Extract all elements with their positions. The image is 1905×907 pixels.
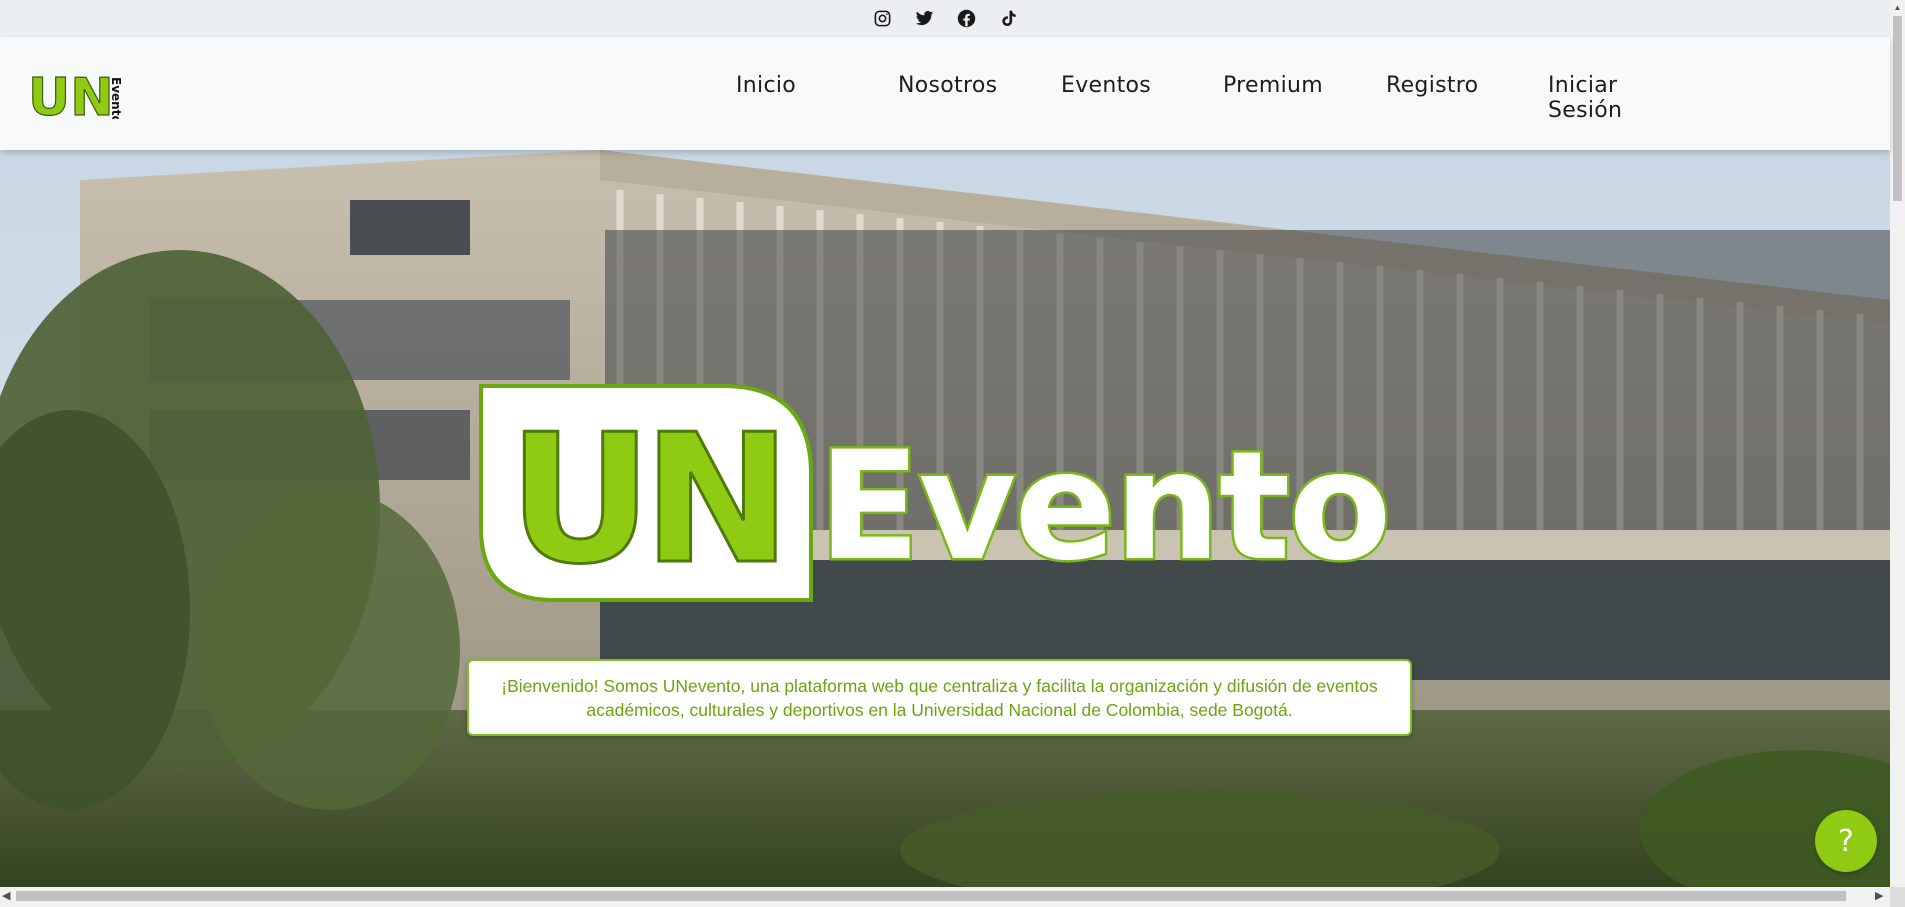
scroll-up-icon[interactable]: ▲ <box>1890 0 1905 15</box>
scroll-right-icon[interactable]: ▶ <box>1875 889 1883 902</box>
nav-iniciar-sesion[interactable]: Iniciar Sesión <box>1548 73 1658 123</box>
horizontal-scrollbar[interactable]: ◀ ▶ <box>0 887 1890 907</box>
nav-inicio[interactable]: Inicio <box>736 73 796 98</box>
nav-eventos[interactable]: Eventos <box>1061 73 1151 98</box>
site-header: UN Evento Inicio Nosotros Eventos Premiu… <box>0 37 1890 150</box>
hero-logo-letters: UN <box>508 396 782 603</box>
facebook-icon[interactable] <box>955 8 977 30</box>
vertical-scroll-thumb[interactable] <box>1893 16 1902 201</box>
tiktok-icon[interactable] <box>997 8 1019 30</box>
hero-logo: UN Evento <box>479 384 1394 603</box>
twitter-icon[interactable] <box>913 8 935 30</box>
nav-login-line2: Sesión <box>1548 98 1623 123</box>
nav-registro[interactable]: Registro <box>1386 73 1478 98</box>
nav-nosotros[interactable]: Nosotros <box>898 73 997 98</box>
scroll-left-icon[interactable]: ◀ <box>2 889 10 902</box>
hero-logo-word: Evento <box>818 420 1390 594</box>
help-button[interactable]: ? <box>1815 810 1877 872</box>
scrollbar-corner <box>1890 887 1905 907</box>
horizontal-scroll-thumb[interactable] <box>16 891 1846 901</box>
main-nav: Inicio Nosotros Eventos Premium Registro… <box>0 73 1890 133</box>
social-bar <box>0 0 1890 37</box>
nav-login-line1: Iniciar <box>1548 73 1618 98</box>
nav-premium[interactable]: Premium <box>1223 73 1323 98</box>
welcome-text: ¡Bienvenido! Somos UNevento, una platafo… <box>501 675 1378 720</box>
hero-section: UN Evento ¡Bienvenido! Somos UNevento, u… <box>0 150 1890 887</box>
welcome-message: ¡Bienvenido! Somos UNevento, una platafo… <box>467 659 1412 736</box>
instagram-icon[interactable] <box>871 8 893 30</box>
vertical-scrollbar[interactable]: ▲ <box>1890 0 1905 887</box>
